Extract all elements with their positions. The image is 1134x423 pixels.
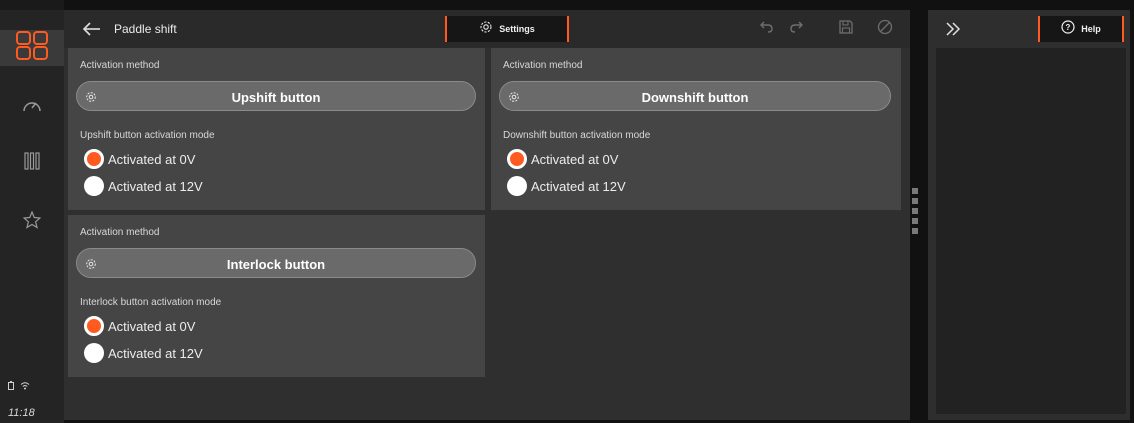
rail-item-columns[interactable] xyxy=(0,145,64,181)
option-label: Activated at 0V xyxy=(108,151,196,167)
rail-item-gauge[interactable] xyxy=(0,90,64,126)
interlock-option-12v[interactable]: Activated at 12V xyxy=(84,342,203,364)
main-area: Paddle shift Settings Activation method … xyxy=(64,10,910,420)
wifi-icon xyxy=(20,381,30,392)
interlock-option-0v[interactable]: Activated at 0V xyxy=(84,315,195,337)
page-title: Paddle shift xyxy=(114,22,177,36)
save-button[interactable] xyxy=(835,19,857,39)
radio-unselected[interactable] xyxy=(507,176,527,196)
clock: 11:18 xyxy=(8,407,35,419)
upshift-mode-label: Upshift button activation mode xyxy=(80,130,215,141)
radio-unselected[interactable] xyxy=(84,343,104,363)
gear-icon xyxy=(479,20,493,39)
tab-settings[interactable]: Settings xyxy=(445,16,569,42)
help-icon: ? xyxy=(1061,19,1075,39)
option-label: Activated at 12V xyxy=(531,178,626,194)
arrow-left-icon xyxy=(80,22,104,43)
interlock-mode-label: Interlock button activation mode xyxy=(80,297,222,308)
downshift-option-12v[interactable]: Activated at 12V xyxy=(507,175,626,197)
downshift-card: Activation method Downshift button Downs… xyxy=(491,48,901,210)
help-content-panel xyxy=(936,48,1126,414)
redo-button[interactable] xyxy=(786,19,808,39)
tab-help-label: Help xyxy=(1081,24,1101,34)
upshift-card: Activation method Upshift button Upshift… xyxy=(68,48,485,210)
battery-icon xyxy=(8,381,14,392)
upshift-option-12v[interactable]: Activated at 12V xyxy=(84,175,203,197)
upshift-option-0v[interactable]: Activated at 0V xyxy=(84,148,195,170)
top-bar: Paddle shift Settings xyxy=(64,10,910,48)
rail-top-strip xyxy=(0,0,64,10)
upshift-button-label: Upshift button xyxy=(231,90,321,105)
apps-grid-icon xyxy=(15,30,49,66)
radio-selected[interactable] xyxy=(84,149,104,169)
scroll-dot xyxy=(912,198,918,204)
side-panel-header: ? Help xyxy=(928,10,1130,48)
rail-item-favorites[interactable] xyxy=(0,204,64,240)
gauge-icon xyxy=(22,98,42,119)
radio-selected[interactable] xyxy=(84,316,104,336)
interlock-button-label: Interlock button xyxy=(226,257,326,272)
redo-icon xyxy=(789,20,805,38)
cancel-icon xyxy=(877,19,893,40)
undo-button[interactable] xyxy=(755,19,777,39)
undo-icon xyxy=(758,20,774,38)
downshift-button-label: Downshift button xyxy=(641,90,749,105)
radio-unselected[interactable] xyxy=(84,176,104,196)
scroll-dot xyxy=(912,208,918,214)
option-label: Activated at 12V xyxy=(108,345,203,361)
option-label: Activated at 12V xyxy=(108,178,203,194)
svg-text:?: ? xyxy=(1066,23,1071,32)
columns-icon xyxy=(24,151,40,175)
option-label: Activated at 0V xyxy=(531,151,619,167)
tab-help[interactable]: ? Help xyxy=(1038,16,1124,42)
downshift-option-0v[interactable]: Activated at 0V xyxy=(507,148,618,170)
scroll-dot xyxy=(912,188,918,194)
activation-method-label: Activation method xyxy=(80,60,160,71)
save-icon xyxy=(838,19,854,40)
upshift-button-selector[interactable]: Upshift button xyxy=(76,81,476,111)
status-indicators xyxy=(8,381,30,392)
downshift-mode-label: Downshift button activation mode xyxy=(503,130,651,141)
side-panel: ? Help xyxy=(928,10,1130,420)
radio-selected[interactable] xyxy=(507,149,527,169)
activation-method-label: Activation method xyxy=(503,60,583,71)
interlock-button-selector[interactable]: Interlock button xyxy=(76,248,476,278)
scroll-dot xyxy=(912,228,918,234)
back-button[interactable] xyxy=(80,19,104,39)
option-label: Activated at 0V xyxy=(108,318,196,334)
double-chevron-right-icon xyxy=(942,22,964,44)
cancel-button[interactable] xyxy=(874,19,896,39)
interlock-card: Activation method Interlock button Inter… xyxy=(68,215,485,377)
downshift-button-selector[interactable]: Downshift button xyxy=(499,81,891,111)
expand-panel-button[interactable] xyxy=(942,18,964,40)
scroll-indicator[interactable] xyxy=(912,188,920,238)
nav-rail: 11:18 xyxy=(0,0,64,423)
tab-settings-label: Settings xyxy=(499,24,535,34)
rail-item-apps[interactable] xyxy=(0,30,64,66)
scroll-dot xyxy=(912,218,918,224)
activation-method-label: Activation method xyxy=(80,227,160,238)
star-icon xyxy=(22,209,42,234)
